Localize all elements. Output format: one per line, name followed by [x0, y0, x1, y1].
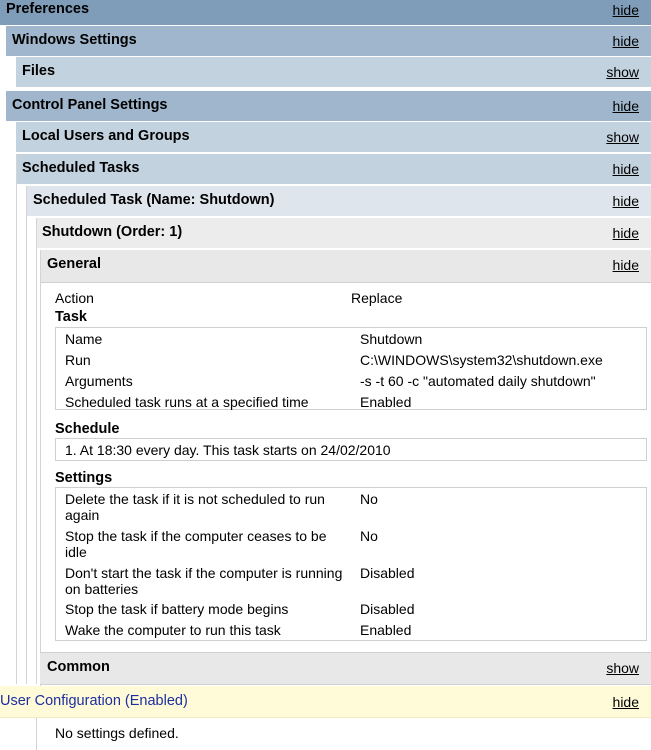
- settings-row-label: Wake the computer to run this task: [65, 622, 281, 638]
- task-row-value: Shutdown: [360, 331, 423, 347]
- local-users-title: Local Users and Groups: [22, 128, 190, 144]
- settings-row-label: Stop the task if the computer ceases to …: [65, 528, 327, 560]
- scheduled-tasks-hide-link[interactable]: hide: [613, 161, 639, 177]
- task-table: Name Shutdown Run C:\WINDOWS\system32\sh…: [55, 327, 647, 410]
- files-header: Files show: [16, 57, 651, 88]
- schedule-section-title: Schedule: [55, 421, 120, 437]
- windows-settings-title: Windows Settings: [12, 32, 137, 48]
- preferences-header: Preferences hide: [0, 0, 651, 26]
- task-section-title: Task: [55, 309, 87, 325]
- scheduled-task-title: Scheduled Task (Name: Shutdown): [33, 192, 275, 208]
- indent-guide: [16, 154, 17, 684]
- local-users-show-link[interactable]: show: [606, 129, 639, 145]
- task-row-label: Scheduled task runs at a specified time: [65, 394, 309, 410]
- action-label: Action: [55, 290, 94, 306]
- settings-table: Delete the task if it is not scheduled t…: [55, 487, 647, 641]
- no-settings-text: No settings defined.: [55, 725, 179, 741]
- task-row-label: Run: [65, 352, 91, 368]
- settings-row-label: Delete the task if it is not scheduled t…: [65, 491, 325, 523]
- settings-section-title: Settings: [55, 470, 113, 486]
- shutdown-header: Shutdown (Order: 1) hide: [36, 218, 651, 249]
- task-row-value: -s -t 60 -c "automated daily shutdown": [360, 373, 596, 389]
- task-row-label: Arguments: [65, 373, 133, 389]
- indent-guide: [26, 186, 27, 684]
- general-title: General: [47, 256, 101, 272]
- schedule-entry: 1. At 18:30 every day. This task starts …: [65, 442, 391, 458]
- scheduled-task-header: Scheduled Task (Name: Shutdown) hide: [26, 186, 651, 217]
- preferences-title: Preferences: [6, 1, 90, 17]
- local-users-header: Local Users and Groups show: [16, 122, 651, 153]
- files-title: Files: [22, 63, 56, 79]
- scheduled-tasks-header: Scheduled Tasks hide: [16, 154, 651, 185]
- settings-row-value: Disabled: [360, 565, 415, 581]
- action-value: Replace: [351, 290, 403, 306]
- preferences-hide-link[interactable]: hide: [613, 2, 639, 18]
- shutdown-hide-link[interactable]: hide: [613, 225, 639, 241]
- user-config-header: User Configuration (Enabled) hide: [0, 686, 651, 718]
- settings-row-label: Don't start the task if the computer is …: [65, 565, 343, 597]
- task-row-value: Enabled: [360, 394, 412, 410]
- settings-row-label: Stop the task if battery mode begins: [65, 601, 289, 617]
- settings-row-value: Disabled: [360, 601, 415, 617]
- windows-settings-header: Windows Settings hide: [6, 26, 651, 57]
- settings-row-value: Enabled: [360, 622, 412, 638]
- settings-row-value: No: [360, 528, 378, 544]
- common-header: Common show: [40, 652, 651, 685]
- settings-row-value: No: [360, 491, 378, 507]
- common-title: Common: [47, 659, 110, 675]
- control-panel-hide-link[interactable]: hide: [613, 98, 639, 114]
- task-row-label: Name: [65, 331, 103, 347]
- scheduled-tasks-title: Scheduled Tasks: [22, 160, 140, 176]
- scheduled-task-hide-link[interactable]: hide: [613, 193, 639, 209]
- indent-guide: [40, 250, 41, 686]
- common-show-link[interactable]: show: [606, 660, 639, 676]
- user-config-hide-link[interactable]: hide: [613, 694, 639, 710]
- schedule-table: 1. At 18:30 every day. This task starts …: [55, 438, 647, 461]
- files-show-link[interactable]: show: [606, 64, 639, 80]
- shutdown-title: Shutdown (Order: 1): [42, 224, 183, 240]
- indent-guide: [36, 218, 37, 684]
- general-header: General hide: [40, 250, 651, 283]
- general-hide-link[interactable]: hide: [613, 257, 639, 273]
- windows-settings-hide-link[interactable]: hide: [613, 33, 639, 49]
- indent-guide: [36, 718, 37, 750]
- control-panel-title: Control Panel Settings: [12, 97, 168, 113]
- user-config-title: User Configuration (Enabled): [0, 693, 188, 709]
- task-row-value: C:\WINDOWS\system32\shutdown.exe: [360, 352, 603, 368]
- control-panel-header: Control Panel Settings hide: [6, 91, 651, 122]
